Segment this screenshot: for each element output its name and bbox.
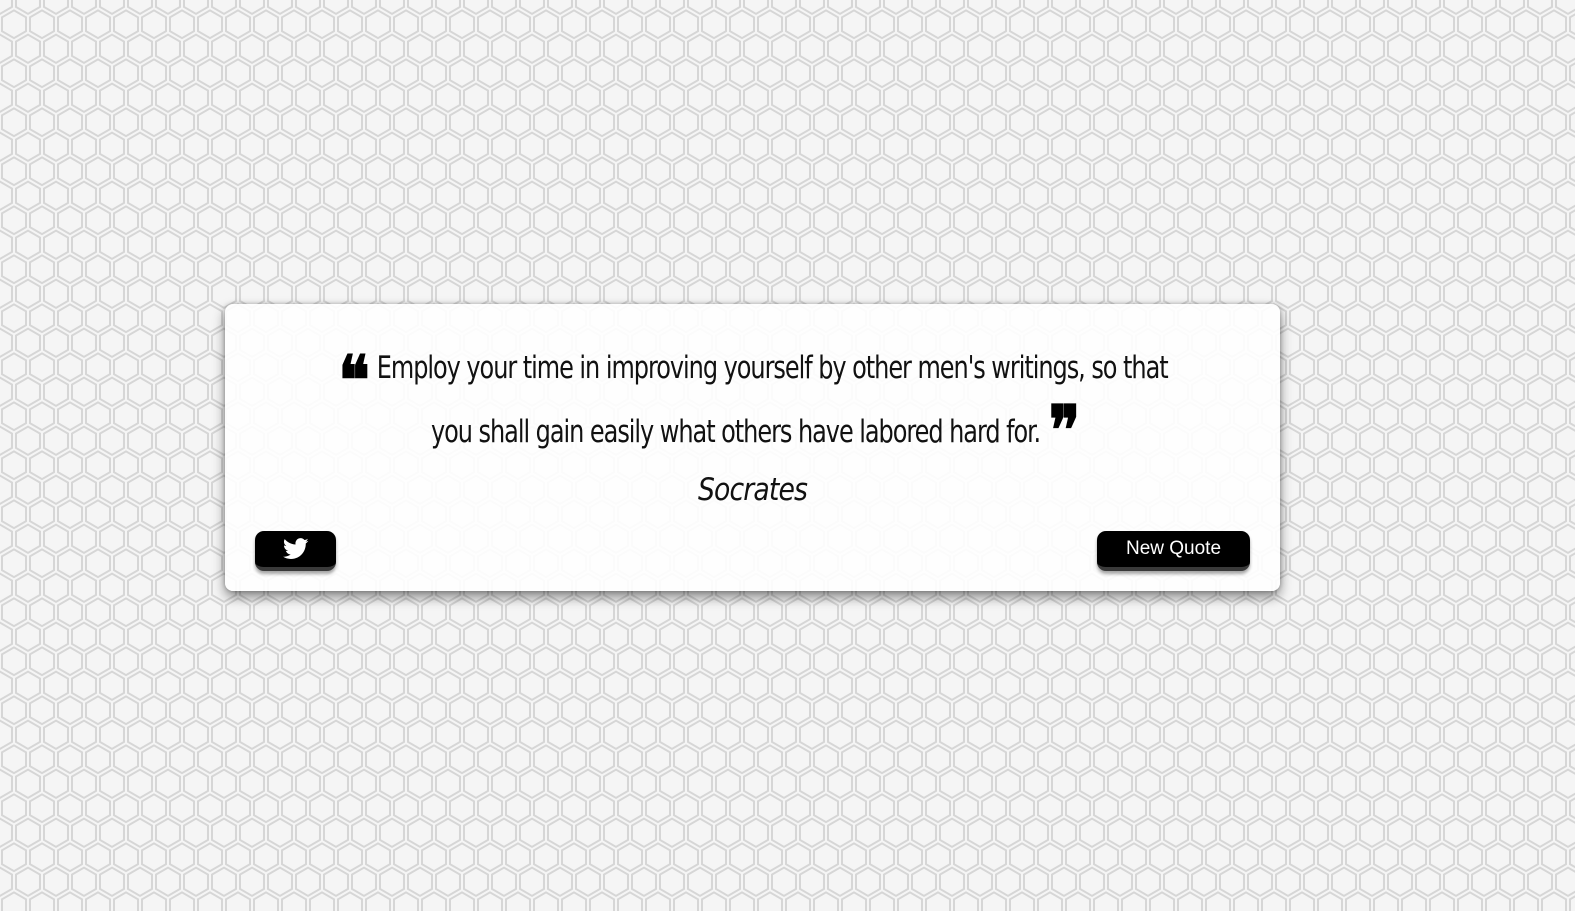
twitter-icon: [282, 538, 309, 559]
quote-box: ❝ Employ your time in improving yourself …: [225, 304, 1280, 591]
tweet-quote-button[interactable]: [255, 531, 336, 571]
quote-author: Socrates: [697, 472, 808, 508]
quote-text-block: ❝ Employ your time in improving yourself …: [337, 341, 1168, 471]
new-quote-button[interactable]: New Quote: [1097, 531, 1250, 571]
